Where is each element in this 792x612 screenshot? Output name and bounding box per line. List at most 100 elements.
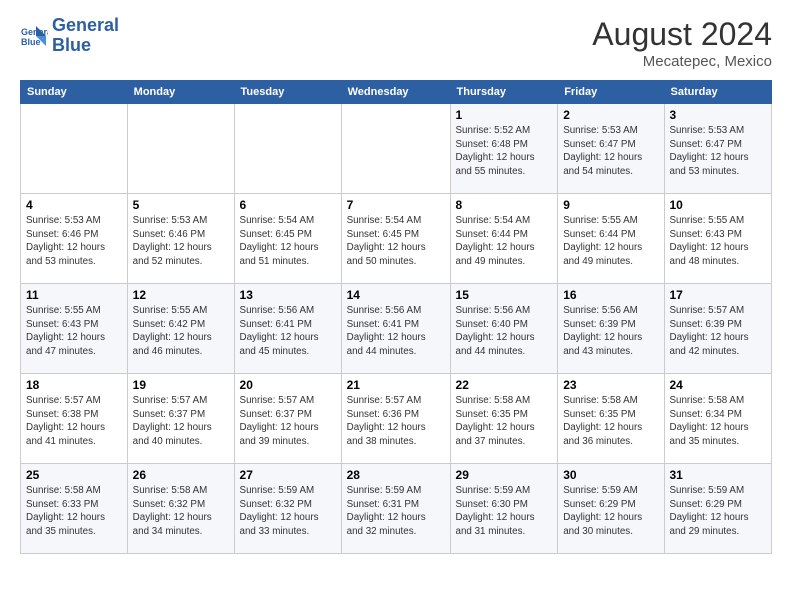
day-number: 26 [133,468,229,482]
weekday-header-saturday: Saturday [664,81,772,104]
calendar-cell [234,104,341,194]
weekday-header-row: SundayMondayTuesdayWednesdayThursdayFrid… [21,81,772,104]
calendar-week-row: 11 Sunrise: 5:55 AMSunset: 6:43 PMDayligh… [21,284,772,374]
day-number: 2 [563,108,658,122]
day-number: 27 [240,468,336,482]
calendar-cell: 9 Sunrise: 5:55 AMSunset: 6:44 PMDaylight… [558,194,664,284]
location-subtitle: Mecatepec, Mexico [592,53,772,70]
calendar-cell: 16 Sunrise: 5:56 AMSunset: 6:39 PMDayligh… [558,284,664,374]
day-info: Sunrise: 5:57 AMSunset: 6:37 PMDaylight:… [240,394,336,449]
day-number: 14 [347,288,445,302]
day-info: Sunrise: 5:53 AMSunset: 6:46 PMDaylight:… [26,214,122,269]
day-number: 21 [347,378,445,392]
day-info: Sunrise: 5:54 AMSunset: 6:45 PMDaylight:… [240,214,336,269]
calendar-cell: 31Sunrise: 5:59 AMSunset: 6:29 PMDayligh… [664,464,772,554]
calendar-cell: 7Sunrise: 5:54 AMSunset: 6:45 PMDaylight… [341,194,450,284]
day-number: 16 [563,288,658,302]
calendar-cell: 14 Sunrise: 5:56 AMSunset: 6:41 PMDayligh… [341,284,450,374]
calendar-cell: 21 Sunrise: 5:57 AMSunset: 6:36 PMDayligh… [341,374,450,464]
calendar-week-row: 4 Sunrise: 5:53 AMSunset: 6:46 PMDaylight… [21,194,772,284]
day-number: 28 [347,468,445,482]
calendar-week-row: 18Sunrise: 5:57 AMSunset: 6:38 PMDayligh… [21,374,772,464]
day-info: Sunrise: 5:53 AMSunset: 6:46 PMDaylight:… [133,214,229,269]
day-number: 17 [670,288,767,302]
day-number: 9 [563,198,658,212]
calendar-cell: 17 Sunrise: 5:57 AMSunset: 6:39 PMDayligh… [664,284,772,374]
day-info: Sunrise: 5:58 AMSunset: 6:32 PMDaylight:… [133,484,229,539]
calendar-week-row: 25 Sunrise: 5:58 AMSunset: 6:33 PMDayligh… [21,464,772,554]
day-number: 23 [563,378,658,392]
calendar-cell: 22Sunrise: 5:58 AMSunset: 6:35 PMDayligh… [450,374,558,464]
calendar-cell: 28Sunrise: 5:59 AMSunset: 6:31 PMDayligh… [341,464,450,554]
day-info: Sunrise: 5:59 AMSunset: 6:32 PMDaylight:… [240,484,336,539]
logo: General Blue GeneralBlue [20,16,119,56]
day-info: Sunrise: 5:57 AMSunset: 6:38 PMDaylight:… [26,394,122,449]
day-number: 1 [456,108,553,122]
day-info: Sunrise: 5:56 AMSunset: 6:41 PMDaylight:… [347,304,445,359]
calendar-cell: 29 Sunrise: 5:59 AMSunset: 6:30 PMDayligh… [450,464,558,554]
day-number: 10 [670,198,767,212]
calendar-cell: 27 Sunrise: 5:59 AMSunset: 6:32 PMDayligh… [234,464,341,554]
day-number: 13 [240,288,336,302]
svg-text:General: General [21,27,48,37]
calendar-cell: 1Sunrise: 5:52 AMSunset: 6:48 PMDaylight… [450,104,558,194]
weekday-header-tuesday: Tuesday [234,81,341,104]
day-info: Sunrise: 5:55 AMSunset: 6:42 PMDaylight:… [133,304,229,359]
day-number: 19 [133,378,229,392]
day-info: Sunrise: 5:59 AMSunset: 6:29 PMDaylight:… [563,484,658,539]
calendar-week-row: 1Sunrise: 5:52 AMSunset: 6:48 PMDaylight… [21,104,772,194]
day-info: Sunrise: 5:56 AMSunset: 6:39 PMDaylight:… [563,304,658,359]
day-info: Sunrise: 5:58 AMSunset: 6:35 PMDaylight:… [456,394,553,449]
day-number: 15 [456,288,553,302]
day-number: 31 [670,468,767,482]
day-info: Sunrise: 5:57 AMSunset: 6:37 PMDaylight:… [133,394,229,449]
calendar-cell: 13 Sunrise: 5:56 AMSunset: 6:41 PMDayligh… [234,284,341,374]
calendar-cell: 30 Sunrise: 5:59 AMSunset: 6:29 PMDayligh… [558,464,664,554]
calendar-cell: 10 Sunrise: 5:55 AMSunset: 6:43 PMDayligh… [664,194,772,284]
day-info: Sunrise: 5:59 AMSunset: 6:30 PMDaylight:… [456,484,553,539]
day-info: Sunrise: 5:55 AMSunset: 6:44 PMDaylight:… [563,214,658,269]
day-info: Sunrise: 5:53 AMSunset: 6:47 PMDaylight:… [670,124,767,179]
svg-text:Blue: Blue [21,37,41,47]
day-number: 6 [240,198,336,212]
calendar-table: SundayMondayTuesdayWednesdayThursdayFrid… [20,80,772,554]
calendar-cell: 20 Sunrise: 5:57 AMSunset: 6:37 PMDayligh… [234,374,341,464]
day-info: Sunrise: 5:56 AMSunset: 6:41 PMDaylight:… [240,304,336,359]
calendar-cell: 15Sunrise: 5:56 AMSunset: 6:40 PMDayligh… [450,284,558,374]
calendar-cell: 24Sunrise: 5:58 AMSunset: 6:34 PMDayligh… [664,374,772,464]
calendar-cell: 23 Sunrise: 5:58 AMSunset: 6:35 PMDayligh… [558,374,664,464]
day-number: 4 [26,198,122,212]
day-info: Sunrise: 5:57 AMSunset: 6:36 PMDaylight:… [347,394,445,449]
weekday-header-friday: Friday [558,81,664,104]
calendar-cell: 4 Sunrise: 5:53 AMSunset: 6:46 PMDaylight… [21,194,128,284]
day-info: Sunrise: 5:55 AMSunset: 6:43 PMDaylight:… [26,304,122,359]
calendar-cell: 11 Sunrise: 5:55 AMSunset: 6:43 PMDayligh… [21,284,128,374]
day-number: 3 [670,108,767,122]
day-number: 29 [456,468,553,482]
day-number: 7 [347,198,445,212]
logo-text: GeneralBlue [52,16,119,56]
calendar-cell: 3 Sunrise: 5:53 AMSunset: 6:47 PMDaylight… [664,104,772,194]
day-number: 12 [133,288,229,302]
calendar-cell [21,104,128,194]
day-info: Sunrise: 5:58 AMSunset: 6:35 PMDaylight:… [563,394,658,449]
day-number: 25 [26,468,122,482]
weekday-header-sunday: Sunday [21,81,128,104]
day-info: Sunrise: 5:58 AMSunset: 6:33 PMDaylight:… [26,484,122,539]
calendar-cell: 25 Sunrise: 5:58 AMSunset: 6:33 PMDayligh… [21,464,128,554]
day-number: 30 [563,468,658,482]
calendar-cell: 19 Sunrise: 5:57 AMSunset: 6:37 PMDayligh… [127,374,234,464]
calendar-body: 1Sunrise: 5:52 AMSunset: 6:48 PMDaylight… [21,104,772,554]
calendar-cell [127,104,234,194]
title-block: August 2024 Mecatepec, Mexico [592,16,772,70]
day-number: 20 [240,378,336,392]
calendar-cell: 18Sunrise: 5:57 AMSunset: 6:38 PMDayligh… [21,374,128,464]
day-info: Sunrise: 5:53 AMSunset: 6:47 PMDaylight:… [563,124,658,179]
day-info: Sunrise: 5:55 AMSunset: 6:43 PMDaylight:… [670,214,767,269]
calendar-cell: 2 Sunrise: 5:53 AMSunset: 6:47 PMDaylight… [558,104,664,194]
weekday-header-wednesday: Wednesday [341,81,450,104]
calendar-cell: 8Sunrise: 5:54 AMSunset: 6:44 PMDaylight… [450,194,558,284]
day-info: Sunrise: 5:57 AMSunset: 6:39 PMDaylight:… [670,304,767,359]
day-info: Sunrise: 5:58 AMSunset: 6:34 PMDaylight:… [670,394,767,449]
day-number: 11 [26,288,122,302]
